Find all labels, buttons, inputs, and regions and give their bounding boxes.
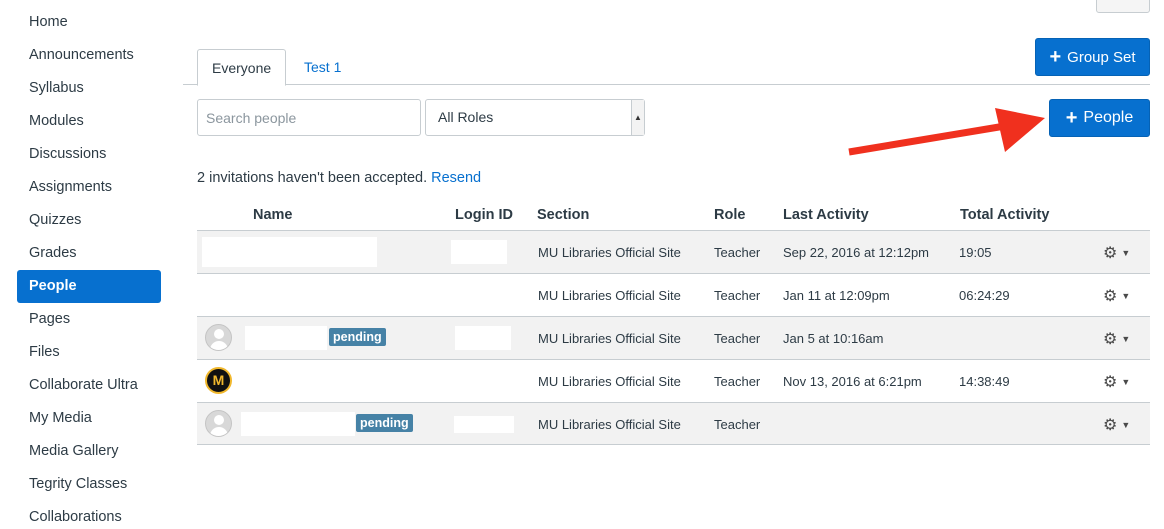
table-row: MU Libraries Official Site Teacher Jan 1… (197, 273, 1150, 316)
section-cell: MU Libraries Official Site (538, 331, 681, 346)
nav-pages[interactable]: Pages (17, 303, 161, 336)
gear-icon[interactable]: ⚙ ▼ (1103, 286, 1130, 306)
plus-icon: + (1049, 46, 1062, 68)
annotation-arrow-icon (848, 108, 1045, 156)
resend-link[interactable]: Resend (431, 170, 481, 186)
header-role[interactable]: Role (714, 207, 745, 223)
table-header: Name Login ID Section Role Last Activity… (197, 200, 1150, 230)
add-people-label: People (1083, 109, 1134, 126)
caret-down-icon: ▼ (1121, 248, 1131, 258)
tab-everyone[interactable]: Everyone (197, 49, 287, 86)
nav-home[interactable]: Home (17, 6, 161, 39)
redacted-name (245, 326, 327, 350)
plus-icon: + (1065, 107, 1078, 129)
section-cell: MU Libraries Official Site (538, 417, 681, 432)
redacted-name (202, 237, 377, 267)
nav-collaborate-ultra[interactable]: Collaborate Ultra (17, 369, 161, 402)
nav-media-gallery[interactable]: Media Gallery (17, 435, 161, 468)
pending-invitations-notice: 2 invitations haven't been accepted. Res… (197, 170, 481, 186)
header-section[interactable]: Section (537, 207, 589, 223)
nav-people[interactable]: People (17, 270, 161, 303)
last-activity-cell: Sep 22, 2016 at 12:12pm (783, 245, 930, 260)
nav-discussions[interactable]: Discussions (17, 138, 161, 171)
table-row: MU Libraries Official Site Teacher Sep 2… (197, 230, 1150, 273)
nav-assignments[interactable]: Assignments (17, 171, 161, 204)
search-people-input[interactable] (197, 99, 421, 136)
section-cell: MU Libraries Official Site (538, 288, 681, 303)
last-activity-cell: Jan 11 at 12:09pm (783, 288, 890, 303)
people-tabs: Everyone Test 1 (183, 49, 1150, 86)
gear-icon[interactable]: ⚙ ▼ (1103, 243, 1130, 263)
role-cell: Teacher (714, 417, 761, 432)
add-people-button[interactable]: + People (1049, 99, 1150, 137)
section-cell: MU Libraries Official Site (538, 245, 681, 260)
role-filter-select[interactable]: All Roles ▲ (425, 99, 645, 136)
role-filter-value: All Roles (438, 109, 494, 125)
redacted-name (241, 412, 355, 436)
caret-down-icon: ▼ (1121, 420, 1131, 430)
university-logo-avatar[interactable]: M (205, 367, 232, 394)
header-login-id[interactable]: Login ID (455, 207, 513, 223)
tab-test-1[interactable]: Test 1 (290, 49, 355, 85)
nav-announcements[interactable]: Announcements (17, 39, 161, 72)
dropdown-arrow-icon: ▲ (631, 100, 644, 135)
course-navigation: Home Announcements Syllabus Modules Disc… (17, 6, 161, 529)
caret-down-icon: ▼ (1121, 334, 1131, 344)
nav-grades[interactable]: Grades (17, 237, 161, 270)
gear-icon[interactable]: ⚙ ▼ (1103, 415, 1130, 435)
gear-icon[interactable]: ⚙ ▼ (1103, 372, 1130, 392)
role-cell: Teacher (714, 245, 761, 260)
redacted-login-id (451, 240, 507, 264)
nav-syllabus[interactable]: Syllabus (17, 72, 161, 105)
total-activity-cell: 14:38:49 (959, 374, 1010, 389)
nav-tegrity-classes[interactable]: Tegrity Classes (17, 468, 161, 501)
avatar[interactable] (205, 410, 232, 437)
top-right-button[interactable] (1096, 0, 1150, 13)
pending-badge: pending (356, 414, 413, 432)
last-activity-cell: Nov 13, 2016 at 6:21pm (783, 374, 922, 389)
table-row: pending MU Libraries Official Site Teach… (197, 402, 1150, 445)
header-name[interactable]: Name (253, 207, 293, 223)
pending-badge: pending (329, 328, 386, 346)
header-total-activity[interactable]: Total Activity (960, 207, 1049, 223)
nav-modules[interactable]: Modules (17, 105, 161, 138)
nav-my-media[interactable]: My Media (17, 402, 161, 435)
invitations-text: 2 invitations haven't been accepted. (197, 170, 428, 186)
role-cell: Teacher (714, 331, 761, 346)
gear-icon[interactable]: ⚙ ▼ (1103, 329, 1130, 349)
total-activity-cell: 19:05 (959, 245, 992, 260)
last-activity-cell: Jan 5 at 10:16am (783, 331, 884, 346)
add-group-set-button[interactable]: + Group Set (1035, 38, 1150, 76)
caret-down-icon: ▼ (1121, 377, 1131, 387)
role-cell: Teacher (714, 288, 761, 303)
redacted-login-id (454, 416, 514, 433)
total-activity-cell: 06:24:29 (959, 288, 1010, 303)
add-group-set-label: Group Set (1067, 48, 1136, 66)
nav-files[interactable]: Files (17, 336, 161, 369)
section-cell: MU Libraries Official Site (538, 374, 681, 389)
header-last-activity[interactable]: Last Activity (783, 207, 869, 223)
people-table: Name Login ID Section Role Last Activity… (197, 200, 1150, 445)
table-row: M MU Libraries Official Site Teacher Nov… (197, 359, 1150, 402)
role-cell: Teacher (714, 374, 761, 389)
table-row: pending MU Libraries Official Site Teach… (197, 316, 1150, 359)
nav-quizzes[interactable]: Quizzes (17, 204, 161, 237)
caret-down-icon: ▼ (1121, 291, 1131, 301)
avatar[interactable] (205, 324, 232, 351)
nav-collaborations[interactable]: Collaborations (17, 501, 161, 529)
redacted-login-id (455, 326, 511, 350)
